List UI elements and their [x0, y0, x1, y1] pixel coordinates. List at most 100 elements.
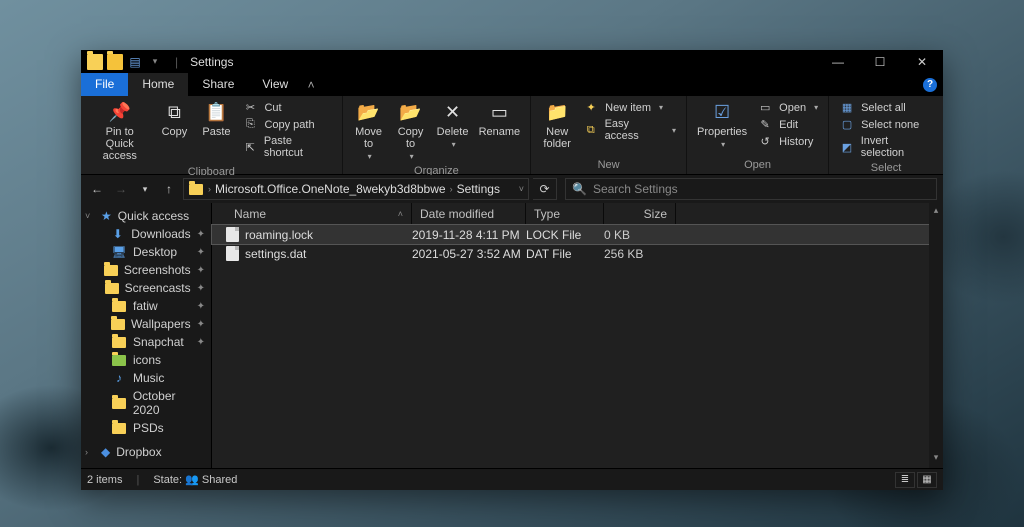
tab-file[interactable]: File — [81, 73, 128, 96]
file-icon — [226, 227, 239, 242]
chevron-right-icon[interactable]: › — [208, 184, 211, 194]
close-button[interactable]: ✕ — [901, 50, 943, 73]
copy-path-button[interactable]: ⎘Copy path — [238, 117, 335, 132]
tab-view[interactable]: View — [248, 73, 302, 96]
folder-icon — [111, 299, 127, 313]
open-button[interactable]: ▭Open▾ — [753, 100, 822, 115]
qat-dropdown-icon[interactable]: ▾ — [147, 54, 163, 70]
ribbon-group-new: 📁New folder ✦New item▾ ⧉Easy access▾ New — [531, 96, 687, 174]
sidebar-item[interactable]: Wallpapers ✦ — [81, 315, 211, 333]
scroll-down-icon[interactable]: ▾ — [934, 452, 939, 466]
move-to-button[interactable]: 📂Move to▾ — [349, 98, 389, 163]
sidebar-item-label: Wallpapers — [131, 317, 191, 331]
address-bar[interactable]: › Microsoft.Office.OneNote_8wekyb3d8bbwe… — [183, 178, 529, 200]
ribbon-collapse-icon[interactable]: ˄ — [302, 73, 320, 96]
tab-share[interactable]: Share — [188, 73, 248, 96]
sidebar-item-label: Downloads — [131, 227, 190, 241]
help-button[interactable]: ? — [917, 73, 943, 96]
folder-icon — [87, 54, 103, 70]
file-row[interactable]: settings.dat2021-05-27 3:52 AMDAT File25… — [212, 244, 929, 263]
recent-locations-button[interactable]: ▾ — [135, 178, 155, 200]
maximize-button[interactable]: ☐ — [859, 50, 901, 73]
thumbnails-view-button[interactable]: ▦ — [917, 472, 937, 488]
file-icon — [226, 246, 239, 261]
pin-icon: ✦ — [197, 265, 205, 276]
file-name: settings.dat — [245, 247, 306, 261]
sidebar-item-dropbox[interactable]: › ◆ Dropbox — [81, 443, 211, 461]
column-size[interactable]: Size — [604, 203, 676, 224]
file-row[interactable]: roaming.lock2019-11-28 4:11 PMLOCK File0… — [212, 225, 929, 244]
back-button[interactable]: ← — [87, 178, 107, 200]
cut-button[interactable]: ✂Cut — [238, 100, 335, 115]
folder-open-icon[interactable] — [107, 54, 123, 70]
copy-to-button[interactable]: 📂Copy to▾ — [391, 98, 431, 163]
search-input[interactable]: 🔍 Search Settings — [565, 178, 937, 200]
properties-icon: ☑ — [710, 100, 734, 124]
vertical-scrollbar[interactable]: ▴ ▾ — [929, 203, 943, 468]
people-icon: 👥 — [185, 474, 199, 486]
history-button[interactable]: ↺History — [753, 134, 822, 149]
edit-button[interactable]: ✎Edit — [753, 117, 822, 132]
copy-button[interactable]: ⧉ Copy — [154, 98, 194, 140]
breadcrumb-current[interactable]: Settings — [457, 182, 500, 196]
easy-access-button[interactable]: ⧉Easy access▾ — [579, 117, 680, 143]
minimize-button[interactable]: — — [817, 50, 859, 73]
title-separator: | — [175, 55, 178, 69]
properties-icon[interactable]: ▤ — [127, 54, 143, 70]
sidebar-item[interactable]: Snapchat✦ — [81, 333, 211, 351]
delete-icon: ✕ — [441, 100, 465, 124]
select-none-button[interactable]: ▢Select none — [835, 117, 937, 132]
file-list[interactable]: Name˄ Date modified Type Size roaming.lo… — [212, 203, 929, 468]
paste-icon: 📋 — [204, 100, 228, 124]
status-state: Shared — [202, 474, 237, 486]
chevron-down-icon[interactable]: ˅ — [85, 211, 95, 221]
desktop-icon: 🖥 — [111, 245, 127, 259]
sidebar-item[interactable]: 🖥Desktop✦ — [81, 243, 211, 261]
chevron-right-icon[interactable]: › — [85, 447, 95, 457]
refresh-button[interactable]: ⟳ — [533, 178, 557, 200]
new-folder-button[interactable]: 📁New folder — [537, 98, 577, 152]
column-type[interactable]: Type — [526, 203, 604, 224]
select-all-button[interactable]: ▦Select all — [835, 100, 937, 115]
paste-button[interactable]: 📋 Paste — [196, 98, 236, 140]
column-name[interactable]: Name˄ — [226, 203, 412, 224]
sidebar-item[interactable]: icons — [81, 351, 211, 369]
ribbon-tabs: File Home Share View ˄ ? — [81, 73, 943, 96]
sidebar-item[interactable]: Screencasts✦ — [81, 279, 211, 297]
tab-home[interactable]: Home — [128, 73, 188, 96]
pin-to-quick-access-button[interactable]: 📌 Pin to Quick access — [87, 98, 152, 164]
rename-button[interactable]: ▭Rename — [475, 98, 525, 140]
quick-access-toolbar: ▤ ▾ — [81, 54, 169, 70]
file-size: 0 KB — [604, 228, 676, 242]
details-view-button[interactable]: ≣ — [895, 472, 915, 488]
delete-button[interactable]: ✕Delete▾ — [433, 98, 473, 151]
folder-icon — [105, 281, 119, 295]
group-label-new: New — [537, 157, 680, 174]
new-item-button[interactable]: ✦New item▾ — [579, 100, 680, 115]
sidebar-item-label: Snapchat — [133, 335, 184, 349]
scroll-up-icon[interactable]: ▴ — [934, 205, 939, 219]
breadcrumb-parent[interactable]: Microsoft.Office.OneNote_8wekyb3d8bbwe — [215, 182, 446, 196]
up-button[interactable]: ↑ — [159, 178, 179, 200]
sidebar-item[interactable]: fatiw✦ — [81, 297, 211, 315]
rename-icon: ▭ — [487, 100, 511, 124]
pin-icon: ✦ — [197, 229, 205, 240]
sidebar-item[interactable]: October 2020 — [81, 387, 211, 419]
title-bar[interactable]: ▤ ▾ | Settings — ☐ ✕ — [81, 50, 943, 73]
invert-selection-button[interactable]: ◩Invert selection — [835, 134, 937, 160]
file-size: 256 KB — [604, 247, 676, 261]
sidebar-item-quick-access[interactable]: ˅ ★ Quick access — [81, 207, 211, 225]
chevron-right-icon[interactable]: › — [450, 184, 453, 194]
chevron-down-icon[interactable]: ˅ — [519, 184, 524, 194]
pin-icon: ✦ — [197, 319, 205, 330]
file-date: 2021-05-27 3:52 AM — [412, 247, 526, 261]
sidebar-item[interactable]: ♪Music — [81, 369, 211, 387]
paste-shortcut-button[interactable]: ⇱Paste shortcut — [238, 134, 335, 160]
sidebar-item[interactable]: ⬇Downloads✦ — [81, 225, 211, 243]
forward-button[interactable]: → — [111, 178, 131, 200]
nav-pane[interactable]: ˅ ★ Quick access ⬇Downloads✦🖥Desktop✦Scr… — [81, 203, 212, 468]
properties-button[interactable]: ☑Properties▾ — [693, 98, 751, 151]
sidebar-item[interactable]: Screenshots✦ — [81, 261, 211, 279]
column-date[interactable]: Date modified — [412, 203, 526, 224]
sidebar-item[interactable]: PSDs — [81, 419, 211, 437]
